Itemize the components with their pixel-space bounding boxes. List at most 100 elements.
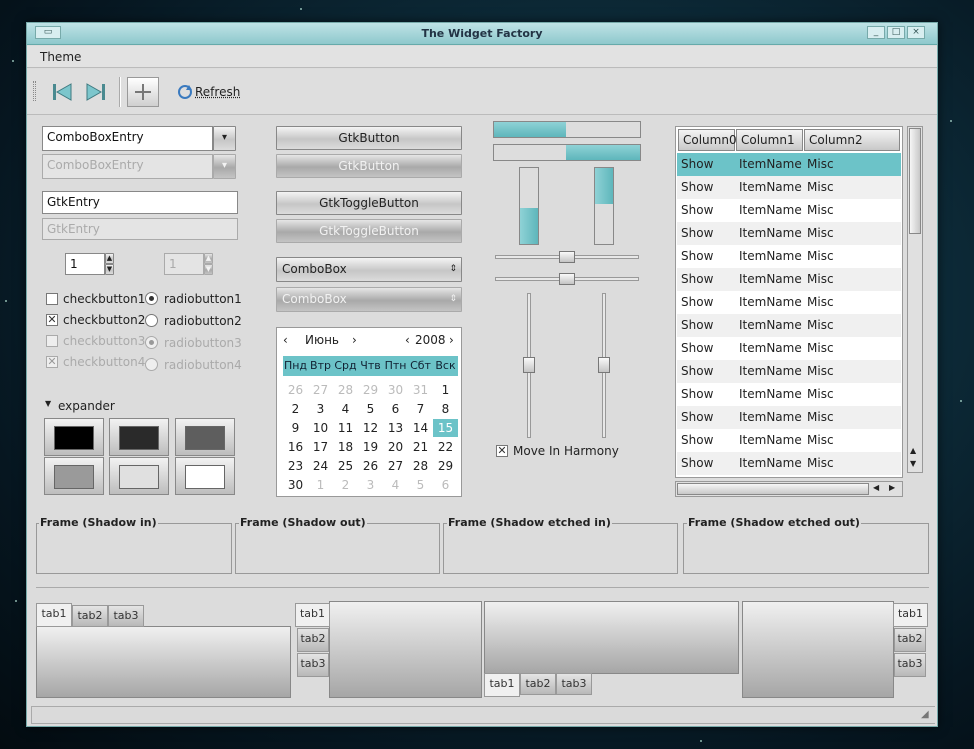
calendar-day[interactable]: 29: [433, 457, 458, 475]
color-swatch-button[interactable]: [109, 457, 169, 495]
calendar-day[interactable]: 31: [408, 381, 433, 399]
table-row[interactable]: Show ItemName Misc: [677, 245, 901, 268]
spin-button[interactable]: 1: [65, 253, 105, 275]
gtk-toggle-button[interactable]: GtkToggleButton: [276, 191, 462, 215]
tree-vscrollbar[interactable]: ▲ ▼: [907, 126, 923, 473]
calendar-day[interactable]: 30: [283, 476, 308, 494]
calendar-day[interactable]: 4: [333, 400, 358, 418]
color-swatch-button[interactable]: [175, 457, 235, 495]
notebook-right-tab2[interactable]: tab2: [894, 628, 926, 652]
tree-vscroll-thumb[interactable]: [909, 128, 921, 234]
calendar-day[interactable]: 3: [308, 400, 333, 418]
notebook-bottom-tab3[interactable]: tab3: [556, 673, 592, 695]
color-swatch-button[interactable]: [109, 418, 169, 456]
notebook-left-tab2[interactable]: tab2: [297, 628, 329, 652]
calendar-day[interactable]: 2: [333, 476, 358, 494]
notebook-left-tab1[interactable]: tab1: [295, 603, 330, 627]
calendar-day[interactable]: 26: [358, 457, 383, 475]
calendar-day[interactable]: 22: [433, 438, 458, 456]
table-row[interactable]: Show ItemName Misc: [677, 176, 901, 199]
notebook-bottom-tab1[interactable]: tab1: [484, 673, 520, 697]
gtk-entry[interactable]: GtkEntry: [42, 191, 238, 214]
column1-header[interactable]: Column1: [736, 129, 803, 151]
combobox[interactable]: ComboBox ⇕: [276, 257, 462, 282]
toolbar-grip[interactable]: [33, 81, 36, 101]
calendar-day[interactable]: 16: [283, 438, 308, 456]
radiobutton1-indicator[interactable]: [145, 292, 158, 305]
calendar-day[interactable]: 9: [283, 419, 308, 437]
table-row[interactable]: Show ItemName Misc: [677, 291, 901, 314]
scroll-down-icon[interactable]: ▼: [910, 459, 916, 468]
calendar-day[interactable]: 1: [308, 476, 333, 494]
calendar-day[interactable]: 28: [408, 457, 433, 475]
calendar-day[interactable]: 30: [383, 381, 408, 399]
calendar-day[interactable]: 27: [383, 457, 408, 475]
refresh-button[interactable]: Refresh: [195, 85, 240, 99]
calendar-day[interactable]: 29: [358, 381, 383, 399]
go-last-icon[interactable]: [85, 81, 107, 106]
calendar-day[interactable]: 13: [383, 419, 408, 437]
column0-header[interactable]: Column0: [678, 129, 737, 151]
calendar-day[interactable]: 14: [408, 419, 433, 437]
calendar-day[interactable]: 27: [308, 381, 333, 399]
hscale-1-thumb[interactable]: [559, 251, 575, 263]
radiobutton2-indicator[interactable]: [145, 314, 158, 327]
calendar-day[interactable]: 12: [358, 419, 383, 437]
scroll-left-icon[interactable]: ◀: [873, 483, 879, 492]
table-row[interactable]: Show ItemName Misc: [677, 383, 901, 406]
calendar-day[interactable]: 5: [408, 476, 433, 494]
calendar-day[interactable]: 5: [358, 400, 383, 418]
calendar-day[interactable]: 7: [408, 400, 433, 418]
scroll-up-icon[interactable]: ▲: [910, 446, 916, 455]
go-first-icon[interactable]: [51, 81, 73, 106]
calendar-day[interactable]: 6: [433, 476, 458, 494]
calendar-day[interactable]: 18: [333, 438, 358, 456]
checkbutton2-box[interactable]: ✕: [46, 314, 58, 326]
calendar-day[interactable]: 19: [358, 438, 383, 456]
menu-theme[interactable]: Theme: [40, 50, 81, 64]
calendar-day[interactable]: 25: [333, 457, 358, 475]
color-swatch-button[interactable]: [175, 418, 235, 456]
table-row[interactable]: Show ItemName Misc: [677, 268, 901, 291]
table-row[interactable]: Show ItemName Misc: [677, 222, 901, 245]
calendar[interactable]: ‹ Июнь › ‹ 2008 › Пнд Втр Срд Чтв Птн Сбт Вск 2…: [276, 327, 462, 497]
expander-label[interactable]: expander: [58, 399, 115, 413]
maximize-button[interactable]: □: [887, 26, 905, 39]
table-row[interactable]: Show ItemName Misc: [677, 153, 901, 176]
combo-entry-arrow-icon[interactable]: ▾: [213, 126, 236, 151]
calendar-day[interactable]: 24: [308, 457, 333, 475]
hscale-2-thumb[interactable]: [559, 273, 575, 285]
checkbutton1-label[interactable]: checkbutton1: [63, 292, 145, 306]
calendar-day[interactable]: 21: [408, 438, 433, 456]
notebook-top-tab2[interactable]: tab2: [72, 605, 108, 627]
gtk-button[interactable]: GtkButton: [276, 126, 462, 150]
minimize-button[interactable]: _: [867, 26, 885, 39]
checkbutton2-label[interactable]: checkbutton2: [63, 313, 145, 327]
color-swatch-button[interactable]: [44, 457, 104, 495]
calendar-day[interactable]: 4: [383, 476, 408, 494]
move-in-harmony-check[interactable]: ✕: [496, 445, 508, 457]
calendar-day[interactable]: 10: [308, 419, 333, 437]
table-row[interactable]: Show ItemName Misc: [677, 314, 901, 337]
combo-entry-field[interactable]: ComboBoxEntry: [42, 126, 213, 151]
spin-down-icon[interactable]: ▼: [105, 264, 114, 275]
refresh-icon[interactable]: [177, 84, 193, 103]
calendar-day[interactable]: 3: [358, 476, 383, 494]
tree-hscroll-thumb[interactable]: [677, 483, 869, 495]
table-row[interactable]: Show ItemName Misc: [677, 452, 901, 475]
notebook-top-tab1[interactable]: tab1: [36, 603, 72, 627]
calendar-day[interactable]: 26: [283, 381, 308, 399]
vscale-2-thumb[interactable]: [598, 357, 610, 373]
vscale-1-thumb[interactable]: [523, 357, 535, 373]
checkbutton1-box[interactable]: [46, 293, 58, 305]
color-swatch-button[interactable]: [44, 418, 104, 456]
calendar-day[interactable]: 20: [383, 438, 408, 456]
calendar-day[interactable]: 28: [333, 381, 358, 399]
calendar-day[interactable]: 1: [433, 381, 458, 399]
scroll-right-icon[interactable]: ▶: [889, 483, 895, 492]
prev-month-icon[interactable]: ‹: [283, 333, 288, 347]
calendar-day[interactable]: 11: [333, 419, 358, 437]
table-row[interactable]: Show ItemName Misc: [677, 406, 901, 429]
notebook-top-tab3[interactable]: tab3: [108, 605, 144, 627]
resize-grip-icon[interactable]: ◢: [921, 709, 929, 720]
